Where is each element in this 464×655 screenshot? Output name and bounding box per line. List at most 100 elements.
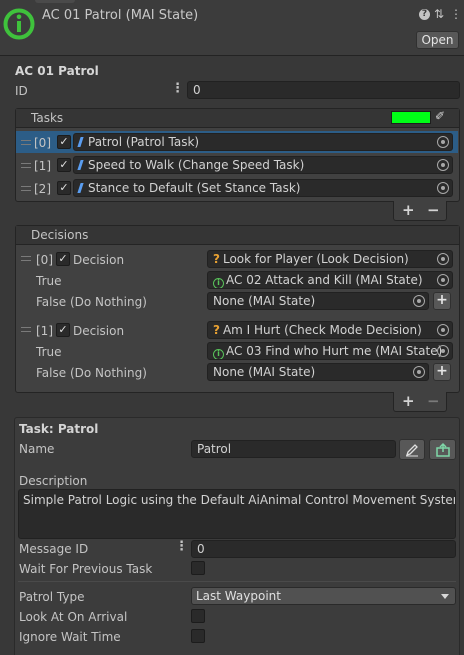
look-checkbox[interactable] [191, 609, 205, 623]
asset-title: AC 01 Patrol (MAI State) [42, 8, 199, 23]
open-button[interactable]: Open [416, 31, 459, 49]
state-icon [3, 8, 35, 40]
decision-enabled-checkbox[interactable]: ✓ [56, 252, 70, 266]
asset-name: AC 01 Patrol [15, 64, 99, 78]
name-field[interactable]: Patrol [191, 440, 396, 458]
state-asset-icon: i [213, 278, 224, 288]
decisions-label: Decisions [31, 228, 89, 242]
decision-index: [0] [36, 253, 53, 267]
true-label: True [36, 345, 62, 359]
true-label: True [36, 274, 62, 288]
object-picker-icon[interactable] [437, 324, 449, 336]
tasks-label: Tasks [31, 111, 64, 125]
true-state-value: AC 02 Attack and Kill (MAI State) [226, 273, 423, 287]
presets-icon[interactable]: ⇅ [434, 7, 444, 21]
false-state-value: None (MAI State) [213, 365, 316, 379]
ignore-label: Ignore Wait Time [19, 630, 121, 644]
state-asset-icon: i [213, 349, 224, 359]
name-label: Name [19, 442, 55, 456]
create-state-button[interactable]: + [433, 363, 451, 381]
object-picker-icon[interactable] [437, 136, 449, 148]
decision-grip-icon[interactable] [21, 327, 31, 332]
message-id-label: Message ID [19, 542, 89, 556]
true-state-field[interactable]: i AC 02 Attack and Kill (MAI State) [207, 271, 453, 289]
decision-label: Decision [73, 253, 125, 267]
id-drag-handle-icon[interactable]: ⋮ [171, 81, 184, 97]
object-picker-icon[interactable] [437, 274, 449, 286]
object-picker-icon[interactable] [437, 253, 449, 265]
script-icon [77, 160, 84, 170]
decision-field[interactable]: ? Am I Hurt (Check Mode Decision) [207, 321, 453, 339]
wait-label: Wait For Previous Task [19, 562, 153, 576]
decision-index: [1] [36, 324, 53, 338]
true-state-field[interactable]: i AC 03 Find who Hurt me (MAI State) [207, 342, 453, 360]
false-state-value: None (MAI State) [213, 294, 316, 308]
header-tab [35, 0, 75, 3]
decision-script-icon: ? [213, 323, 220, 337]
select-asset-icon [435, 442, 450, 457]
decision-script-icon: ? [213, 252, 220, 266]
description-label: Description [19, 474, 88, 488]
true-state-value: AC 03 Find who Hurt me (MAI State) [226, 344, 443, 358]
look-label: Look At On Arrival [19, 610, 128, 624]
task-label: Speed to Walk (Change Speed Task) [88, 158, 305, 172]
object-picker-icon[interactable] [437, 159, 449, 171]
decision-value: Look for Player (Look Decision) [222, 252, 409, 266]
task-label: Patrol (Patrol Task) [88, 135, 200, 149]
patrol-type-value: Last Waypoint [196, 589, 281, 603]
task-index: [1] [34, 159, 51, 173]
decision-enabled-checkbox[interactable]: ✓ [56, 323, 70, 337]
remove-task-button[interactable]: − [427, 202, 440, 218]
add-decision-button[interactable]: + [402, 393, 415, 409]
patrol-type-label: Patrol Type [19, 590, 85, 604]
create-state-button[interactable]: + [433, 292, 451, 310]
remove-decision-button[interactable]: − [427, 393, 440, 409]
false-state-field[interactable]: None (MAI State) [207, 363, 429, 381]
decision-field[interactable]: ? Look for Player (Look Decision) [207, 250, 453, 268]
task-field[interactable]: Speed to Walk (Change Speed Task) [73, 156, 453, 174]
id-field[interactable]: 0 [187, 81, 460, 99]
task-index: [0] [34, 136, 51, 150]
task-grip-icon[interactable] [21, 163, 31, 168]
task-enabled-checkbox[interactable]: ✓ [57, 181, 71, 195]
object-picker-icon[interactable] [437, 345, 449, 357]
inspector-header: AC 01 Patrol (MAI State) ? ⇅ ⋮ Open [0, 0, 464, 56]
object-picker-icon[interactable] [413, 366, 425, 378]
task-grip-icon[interactable] [21, 140, 31, 145]
help-icon[interactable]: ? [419, 9, 430, 20]
message-id-field[interactable]: 0 [191, 540, 456, 558]
script-icon [77, 183, 84, 193]
edit-icon [405, 444, 418, 457]
chevron-down-icon [441, 594, 449, 599]
task-detail-title: Task: Patrol [19, 422, 99, 436]
id-label: ID [15, 84, 28, 98]
detail-divider [18, 581, 456, 582]
decision-grip-icon[interactable] [21, 256, 31, 261]
task-enabled-checkbox[interactable]: ✓ [57, 158, 71, 172]
decision-value: Am I Hurt (Check Mode Decision) [222, 323, 422, 337]
description-field[interactable]: Simple Patrol Logic using the Default Ai… [18, 489, 456, 539]
task-index: [2] [34, 182, 51, 196]
false-state-field[interactable]: None (MAI State) [207, 292, 429, 310]
select-task-button[interactable] [429, 439, 456, 460]
eyedropper-icon[interactable]: ✐ [435, 109, 445, 123]
task-field[interactable]: Patrol (Patrol Task) [73, 133, 453, 151]
rename-button[interactable] [399, 439, 425, 460]
task-grip-icon[interactable] [21, 186, 31, 191]
task-label: Stance to Default (Set Stance Task) [88, 181, 301, 195]
ignore-checkbox[interactable] [191, 629, 205, 643]
task-field[interactable]: Stance to Default (Set Stance Task) [73, 179, 453, 197]
false-label: False (Do Nothing) [36, 366, 147, 380]
false-label: False (Do Nothing) [36, 295, 147, 309]
patrol-type-dropdown[interactable]: Last Waypoint [191, 587, 456, 605]
add-task-button[interactable]: + [402, 202, 415, 218]
wait-checkbox[interactable] [191, 561, 205, 575]
tasks-color-field[interactable] [391, 111, 431, 124]
script-icon [77, 137, 84, 147]
object-picker-icon[interactable] [437, 182, 449, 194]
message-id-drag-handle-icon[interactable]: ⋮ [175, 539, 188, 555]
context-menu-icon[interactable]: ⋮ [450, 7, 462, 21]
decision-label: Decision [73, 324, 125, 338]
task-enabled-checkbox[interactable]: ✓ [57, 135, 71, 149]
object-picker-icon[interactable] [413, 295, 425, 307]
